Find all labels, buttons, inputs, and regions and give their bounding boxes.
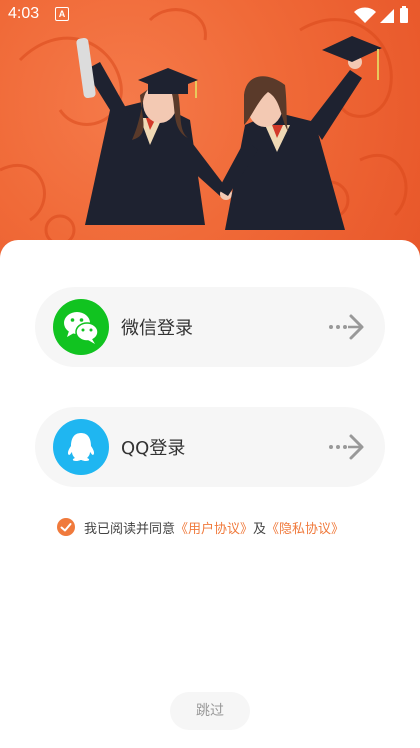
agreement-text: 我已阅读并同意《用户协议》及《隐私协议》 [84,518,344,537]
qq-login-button[interactable]: QQ登录 [35,407,385,487]
login-card: 微信登录 QQ登录 我已阅读并同意《用户协议》及《隐私协议》 跳过 [0,240,420,748]
agreement-prefix: 我已阅读并同意 [84,522,176,537]
wechat-login-label: 微信登录 [121,318,193,339]
wifi-icon [354,7,376,23]
cellular-signal-icon [380,9,394,23]
status-time: 4:03 [8,5,40,22]
qq-login-label: QQ登录 [121,438,186,459]
privacy-policy-link[interactable]: 《隐私协议》 [266,522,344,537]
status-indicators [354,6,408,23]
checkmark-icon [60,523,72,532]
hero-banner: 4:03 A [0,0,420,260]
arrow-right-icon [329,314,364,340]
graduates-illustration [0,8,408,246]
status-bar: 4:03 A [0,0,420,28]
arrow-right-icon [329,434,364,460]
agreement-conjunction: 及 [253,522,267,537]
qq-icon [53,419,109,475]
a-letter-icon: A [55,7,69,21]
agreement-checkbox[interactable] [57,518,75,536]
wechat-icon [53,299,109,355]
wechat-login-button[interactable]: 微信登录 [35,287,385,367]
user-agreement-link[interactable]: 《用户协议》 [175,522,253,537]
battery-icon [400,6,408,23]
skip-button[interactable]: 跳过 [170,692,250,730]
